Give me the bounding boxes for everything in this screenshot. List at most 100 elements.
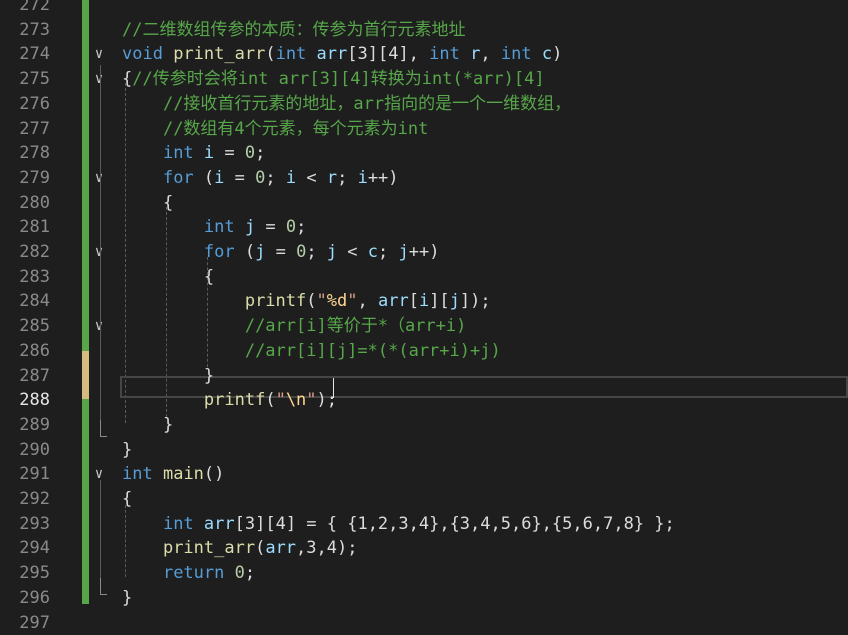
line-number: 282 [0, 240, 50, 265]
code-token: } [122, 588, 132, 608]
code-line[interactable]: void print_arr(int arr[3][4], int r, int… [122, 42, 562, 67]
code-token [194, 514, 204, 534]
code-line[interactable]: return 0; [122, 561, 255, 586]
code-token: ( [306, 291, 316, 311]
code-line[interactable]: int main() [122, 462, 224, 487]
collapse-chevron-icon[interactable]: ∨ [90, 42, 108, 67]
code-token: //二维数组传参的本质：传参为首行元素地址 [122, 20, 465, 40]
line-number: 272 [0, 0, 50, 18]
collapse-chevron-icon[interactable]: ∨ [90, 166, 108, 191]
line-number: 283 [0, 265, 50, 290]
line-number: 287 [0, 364, 50, 389]
code-line[interactable]: for (j = 0; j < c; j++) [122, 240, 439, 265]
code-token: int [122, 464, 153, 484]
line-number: 291 [0, 462, 50, 487]
code-editor[interactable]: 2722732742752762772782792802812822832842… [0, 0, 848, 604]
code-token: 0 [245, 143, 255, 163]
line-number: 286 [0, 339, 50, 364]
code-line[interactable]: print_arr(arr,3,4); [122, 536, 357, 561]
code-token: " [347, 291, 357, 311]
code-line[interactable]: int i = 0; [122, 141, 265, 166]
line-number: 285 [0, 314, 50, 339]
code-token [122, 291, 245, 311]
code-token: i [358, 168, 368, 188]
code-token: ++) [368, 168, 399, 188]
code-token: () [204, 464, 224, 484]
code-token: return [163, 563, 224, 583]
text-caret [333, 378, 334, 398]
code-token: arr [317, 44, 348, 64]
code-token: ( [265, 44, 275, 64]
code-token: ; [306, 242, 326, 262]
line-number: 279 [0, 166, 50, 191]
code-token: r [327, 168, 337, 188]
code-line[interactable]: int j = 0; [122, 215, 306, 240]
code-token [153, 464, 163, 484]
code-token: printf [245, 291, 306, 311]
code-line[interactable]: {//传参时会将int arr[3][4]转换为int(*arr)[4] [122, 67, 545, 92]
code-token: int [163, 514, 194, 534]
code-token: ; [245, 563, 255, 583]
line-number: 281 [0, 215, 50, 240]
code-token: arr [378, 291, 409, 311]
code-token: } [122, 366, 214, 386]
line-number: 294 [0, 536, 50, 561]
code-token [122, 119, 163, 139]
code-token: } [122, 415, 173, 435]
code-token: ; [255, 143, 265, 163]
code-token: ( [265, 390, 275, 410]
collapse-chevron-icon[interactable]: ∨ [90, 240, 108, 265]
code-line[interactable]: for (i = 0; i < r; i++) [122, 166, 399, 191]
code-line[interactable]: { [122, 265, 214, 290]
code-token: int [501, 44, 532, 64]
code-line[interactable]: //arr[i][j]=*(*(arr+i)+j) [122, 339, 501, 364]
code-token: i [419, 291, 429, 311]
code-token: { [122, 489, 132, 509]
code-line[interactable]: } [122, 413, 173, 438]
line-number: 274 [0, 42, 50, 67]
code-token: void [122, 44, 163, 64]
code-line[interactable]: printf("%d", arr[i][j]); [122, 289, 491, 314]
code-token: for [163, 168, 194, 188]
code-token: 0 [296, 242, 306, 262]
code-token: //arr[i][j]=*(*(arr+i)+j) [245, 341, 501, 361]
code-line[interactable]: } [122, 438, 132, 463]
line-number-gutter: 2722732742752762772782792802812822832842… [0, 0, 62, 604]
code-token: printf [204, 390, 265, 410]
code-line[interactable]: //数组有4个元素，每个元素为int [122, 117, 428, 142]
code-token: } [122, 440, 132, 460]
line-number: 273 [0, 18, 50, 43]
code-token: j [255, 242, 265, 262]
collapse-chevron-icon[interactable]: ∨ [90, 314, 108, 339]
code-line[interactable]: //arr[i]等价于*（arr+i) [122, 314, 466, 339]
code-line[interactable]: } [122, 364, 214, 389]
code-line[interactable]: } [122, 586, 132, 611]
code-line[interactable]: //二维数组传参的本质：传参为首行元素地址 [122, 18, 465, 43]
code-token [122, 316, 245, 336]
collapse-chevron-icon[interactable]: ∨ [90, 67, 108, 92]
fold-region-guide [100, 65, 101, 437]
collapse-chevron-icon[interactable]: ∨ [90, 462, 108, 487]
code-token: ++) [409, 242, 440, 262]
code-line[interactable]: printf("\n"); [122, 388, 337, 413]
code-token: = [214, 143, 245, 163]
code-line[interactable]: { [122, 191, 173, 216]
code-token: //arr[i]等价于*（arr+i) [245, 316, 467, 336]
code-token [194, 143, 204, 163]
line-number: 275 [0, 67, 50, 92]
code-token: int [163, 143, 194, 163]
line-number: 289 [0, 413, 50, 438]
code-token [460, 44, 470, 64]
code-line[interactable]: //接收首行元素的地址，arr指向的是一个一维数组， [122, 92, 571, 117]
code-token: [ [409, 291, 419, 311]
fold-region-end [100, 578, 107, 595]
code-token: ( [194, 168, 214, 188]
code-token: i [204, 143, 214, 163]
code-token: //传参时会将int arr[3][4]转换为int(*arr)[4] [132, 69, 544, 89]
code-token: < [296, 168, 327, 188]
code-token: j [327, 242, 337, 262]
code-line[interactable]: int arr[3][4] = { {1,2,3,4},{3,4,5,6},{5… [122, 512, 675, 537]
code-line[interactable]: { [122, 487, 132, 512]
code-token: 0 [235, 563, 245, 583]
code-token [532, 44, 542, 64]
